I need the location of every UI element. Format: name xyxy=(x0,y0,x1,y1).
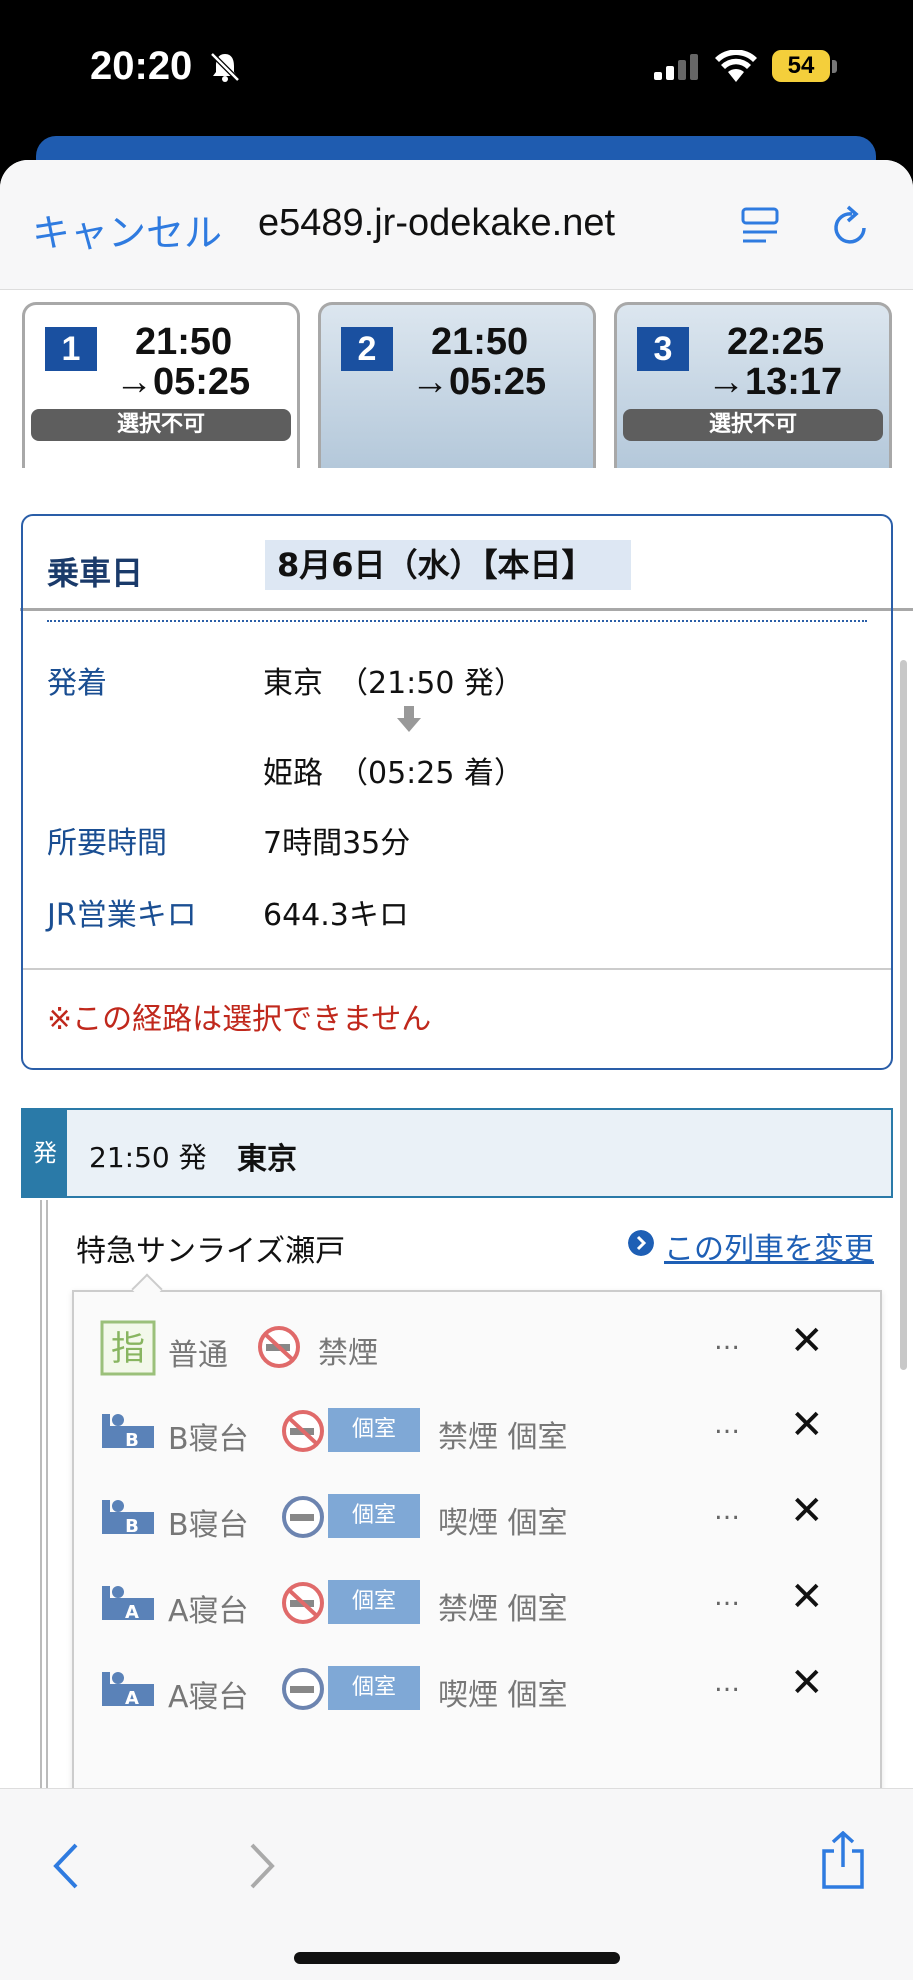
unavailable-mark: ✕ xyxy=(790,1574,824,1620)
departure-station-bar: 発 21:50 発 東京 xyxy=(21,1108,893,1198)
status-bar: 20:20 54 xyxy=(0,0,913,130)
seat-row: A A寝台 個室 禁煙 個室 … ✕ xyxy=(74,1568,880,1638)
seat-description: 喫煙 個室 xyxy=(438,1506,568,1541)
no-smoking-icon xyxy=(282,1582,324,1624)
more-dots: … xyxy=(714,1410,740,1440)
bell-muted-icon xyxy=(210,52,240,82)
unavailable-mark: ✕ xyxy=(790,1318,824,1364)
cellular-signal-icon xyxy=(654,54,698,80)
private-room-badge: 個室 xyxy=(328,1580,420,1624)
seat-type: B寝台 xyxy=(168,1508,249,1543)
tab-number: 3 xyxy=(637,327,689,371)
seat-description: 禁煙 個室 xyxy=(438,1420,568,1455)
sleeper-a-icon: A xyxy=(102,1672,154,1709)
chevron-right-circle-icon[interactable] xyxy=(628,1230,654,1256)
tab-arrival-time: →13:17 xyxy=(707,361,843,403)
arrow-down-icon xyxy=(397,706,421,732)
svg-text:B: B xyxy=(125,1516,139,1537)
url-bar: キャンセル e5489.jr-odekake.net xyxy=(0,160,913,290)
svg-text:A: A xyxy=(125,1602,139,1623)
reader-list-icon[interactable] xyxy=(740,206,780,246)
seat-description: 禁煙 個室 xyxy=(438,1592,568,1627)
svg-text:A: A xyxy=(125,1688,139,1709)
private-room-badge: 個室 xyxy=(328,1494,420,1538)
route-tabs: 1 21:50 →05:25 選択不可 2 21:50 →05:25 3 22:… xyxy=(20,302,913,611)
duration-label: 所要時間 xyxy=(47,826,167,861)
tab-departure-time: 22:25 xyxy=(727,321,825,363)
route-info-box: 乗車日 8月6日（水）【本日】 発着 東京 （21:50 発） 姫路 （05:2… xyxy=(21,514,893,1070)
distance-label: JR営業キロ xyxy=(47,898,197,933)
unavailable-mark: ✕ xyxy=(790,1402,824,1448)
seat-row: 指 普通 禁煙 … ✕ xyxy=(74,1312,880,1382)
more-dots: … xyxy=(714,1582,740,1612)
svg-text:B: B xyxy=(125,1430,139,1451)
smoking-icon xyxy=(282,1668,324,1710)
change-train-link[interactable]: この列車を変更 xyxy=(664,1224,874,1268)
sleeper-b-icon: B xyxy=(102,1414,154,1451)
departure-station: 東京 xyxy=(237,1142,297,1177)
private-room-badge: 個室 xyxy=(328,1666,420,1710)
home-indicator xyxy=(294,1952,620,1964)
browser-sheet: キャンセル e5489.jr-odekake.net 1 21:50 →05:2… xyxy=(0,160,913,1980)
route-warning: ※この経路は選択できません xyxy=(47,1002,432,1037)
wifi-icon xyxy=(715,50,757,82)
dotted-divider xyxy=(47,620,867,622)
depart-arrive-label: 発着 xyxy=(47,666,107,701)
sleeper-b-icon: B xyxy=(102,1500,154,1537)
tab-number: 1 xyxy=(45,327,97,371)
tab-departure-time: 21:50 xyxy=(431,321,529,363)
seat-type: A寝台 xyxy=(168,1594,249,1629)
url-domain[interactable]: e5489.jr-odekake.net xyxy=(258,202,615,245)
tab-arrival-time: →05:25 xyxy=(411,361,547,403)
svg-text:指: 指 xyxy=(111,1329,145,1369)
more-dots: … xyxy=(714,1668,740,1698)
tab-arrival-time: →05:25 xyxy=(115,361,251,403)
smoking-icon xyxy=(282,1496,324,1538)
unavailable-mark: ✕ xyxy=(790,1488,824,1534)
boarding-date-label: 乗車日 xyxy=(47,554,144,592)
duration-value: 7時間35分 xyxy=(263,826,411,861)
private-room-badge: 個室 xyxy=(328,1408,420,1452)
cancel-button[interactable]: キャンセル xyxy=(32,202,222,257)
seat-type: 普通 xyxy=(168,1338,228,1373)
seat-class-list: 指 普通 禁煙 … ✕ B B寝台 個室 禁煙 個室 … ✕ B B寝台 個室 … xyxy=(72,1290,882,1810)
scrollbar[interactable] xyxy=(900,660,907,1370)
tab-unavailable-badge: 選択不可 xyxy=(623,409,883,441)
reload-icon[interactable] xyxy=(830,204,872,248)
boarding-date-value: 8月6日（水）【本日】 xyxy=(265,540,631,590)
sleeper-a-icon: A xyxy=(102,1586,154,1623)
departure-time: 21:50 発 xyxy=(89,1141,207,1174)
tab-departure-time: 21:50 xyxy=(135,321,233,363)
status-time: 20:20 xyxy=(90,44,193,88)
battery-icon: 54 xyxy=(772,50,830,82)
route-tab-2[interactable]: 2 21:50 →05:25 xyxy=(318,302,596,468)
more-dots: … xyxy=(714,1326,740,1356)
distance-value: 644.3キロ xyxy=(263,898,409,933)
reserved-seat-icon: 指 xyxy=(100,1320,156,1376)
more-dots: … xyxy=(714,1496,740,1526)
departure-tag: 発 xyxy=(23,1110,67,1196)
seat-row: A A寝台 個室 喫煙 個室 … ✕ xyxy=(74,1654,880,1724)
seat-description: 喫煙 個室 xyxy=(438,1678,568,1713)
seat-description: 禁煙 xyxy=(318,1336,378,1371)
tab-number: 2 xyxy=(341,327,393,371)
arrive-value: 姫路 （05:25 着） xyxy=(263,756,524,791)
train-name: 特急サンライズ瀬戸 xyxy=(76,1234,346,1269)
divider xyxy=(23,968,891,970)
no-smoking-icon xyxy=(258,1326,300,1368)
depart-value: 東京 （21:50 発） xyxy=(263,666,524,701)
seat-row: B B寝台 個室 喫煙 個室 … ✕ xyxy=(74,1482,880,1552)
unavailable-mark: ✕ xyxy=(790,1660,824,1706)
route-tab-3[interactable]: 3 22:25 →13:17 選択不可 xyxy=(614,302,892,468)
route-tab-1[interactable]: 1 21:50 →05:25 選択不可 xyxy=(22,302,300,468)
tab-unavailable-badge: 選択不可 xyxy=(31,409,291,441)
forward-icon[interactable] xyxy=(248,1841,278,1891)
battery-cap xyxy=(832,60,837,73)
share-icon[interactable] xyxy=(820,1831,866,1891)
seat-type: A寝台 xyxy=(168,1680,249,1715)
seat-row: B B寝台 個室 禁煙 個室 … ✕ xyxy=(74,1396,880,1466)
seat-type: B寝台 xyxy=(168,1422,249,1457)
no-smoking-icon xyxy=(282,1410,324,1452)
back-icon[interactable] xyxy=(50,1841,80,1891)
